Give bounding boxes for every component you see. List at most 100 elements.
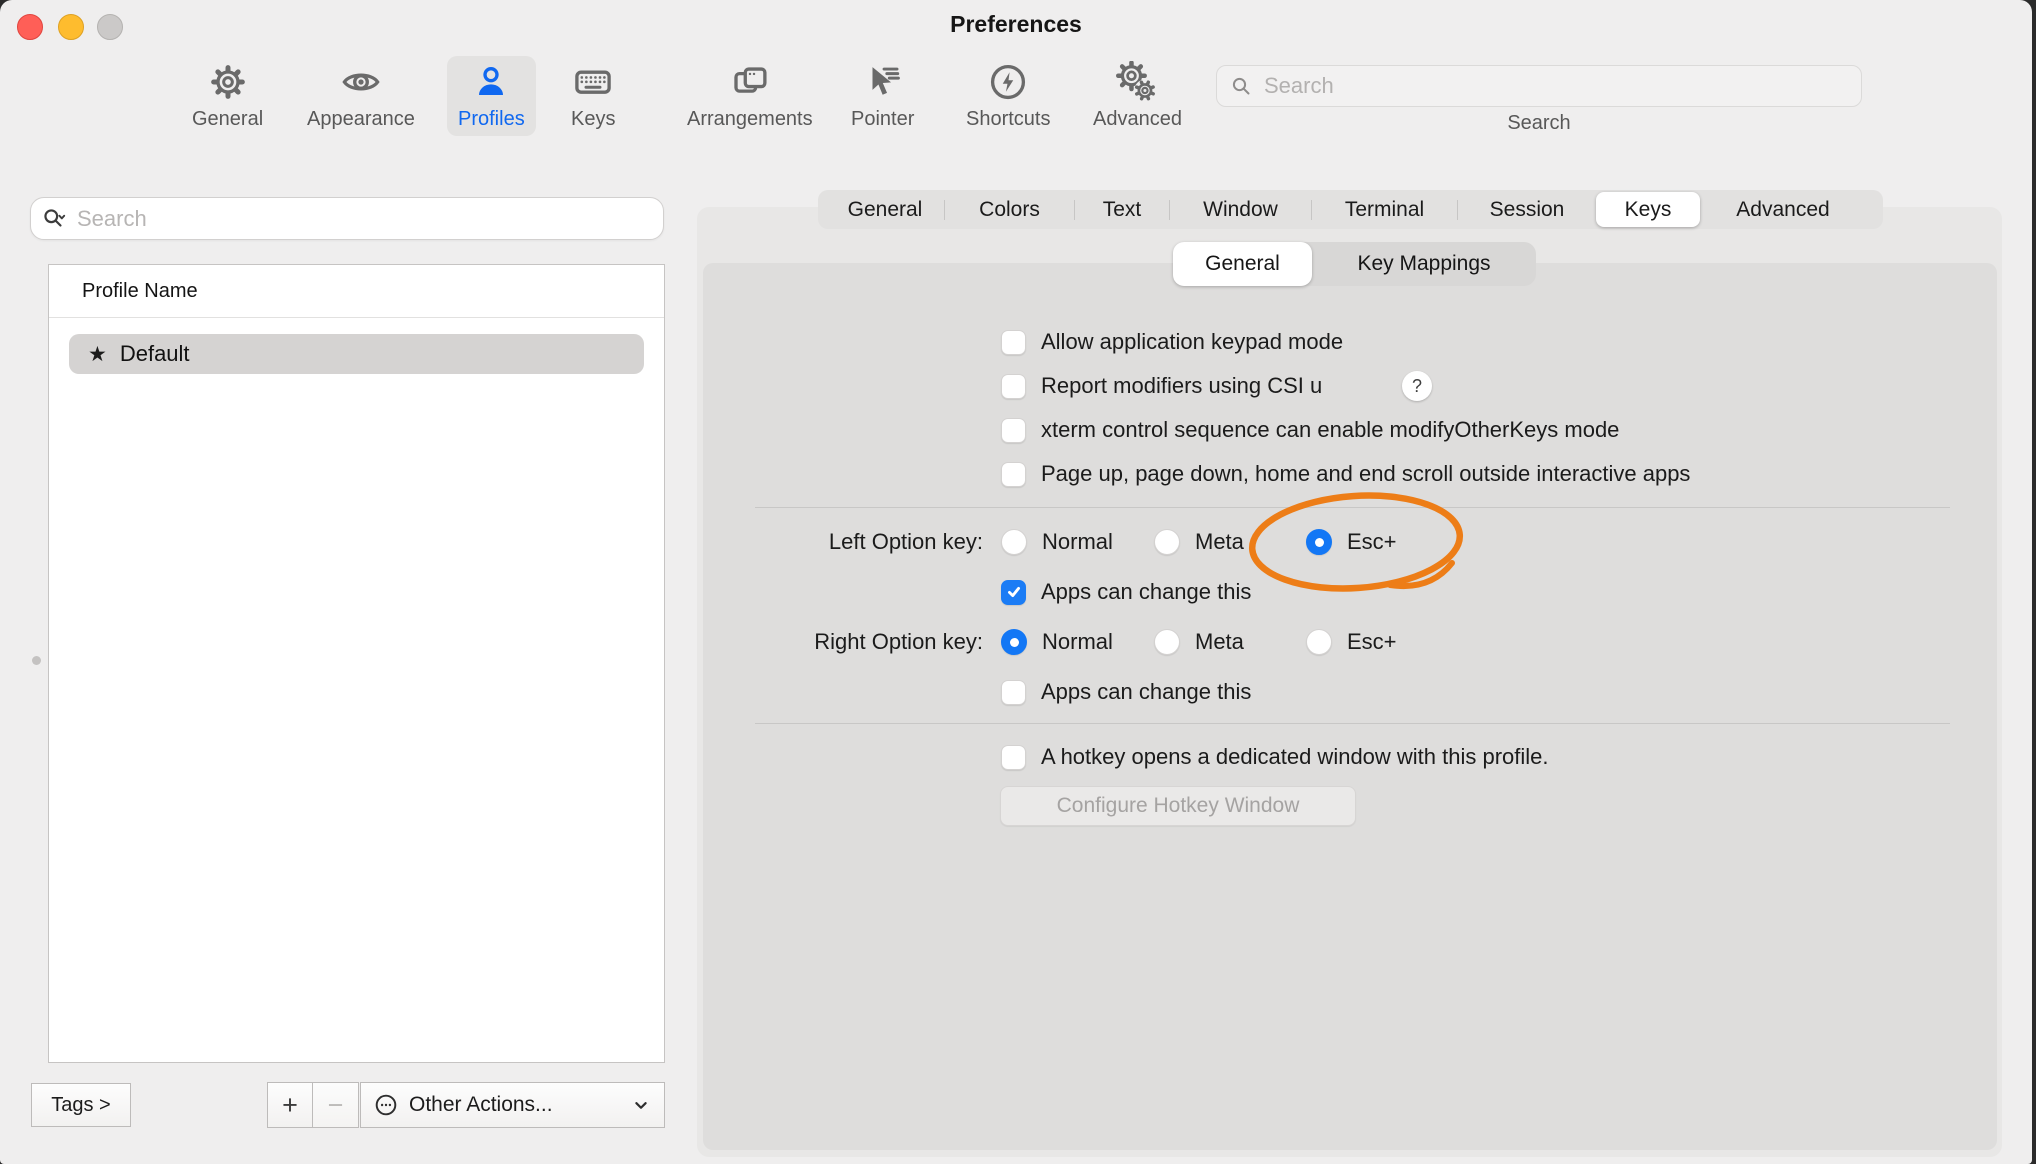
tab-session[interactable]: Session — [1458, 190, 1596, 229]
checkbox-csi-u[interactable] — [1001, 374, 1026, 399]
configure-hotkey-window-label: Configure Hotkey Window — [1057, 794, 1300, 818]
tab-text[interactable]: Text — [1075, 190, 1169, 229]
radio-label: Meta — [1195, 529, 1244, 555]
checkbox-right-apps-can-change[interactable] — [1001, 680, 1026, 705]
search-filter-icon — [41, 206, 67, 232]
tags-button[interactable]: Tags > — [31, 1083, 131, 1127]
separator — [755, 723, 1950, 724]
cursor-icon — [862, 61, 904, 103]
radio-right-normal-group: Normal — [1001, 629, 1113, 655]
checkbox-left-apps-can-change[interactable] — [1001, 580, 1026, 605]
radio-left-normal[interactable] — [1001, 529, 1027, 555]
radio-label: Esc+ — [1347, 629, 1397, 655]
checkbox-row: A hotkey opens a dedicated window with t… — [1001, 744, 1549, 770]
radio-right-meta[interactable] — [1154, 629, 1180, 655]
tags-button-label: Tags > — [51, 1094, 110, 1117]
toolbar-item-advanced[interactable]: Advanced — [1082, 56, 1193, 136]
keys-general-panel — [703, 263, 1997, 1150]
checkbox-row: Apps can change this — [1001, 579, 1251, 605]
toolbar-search-input[interactable] — [1262, 72, 1849, 100]
tab-general[interactable]: General — [826, 190, 944, 229]
toolbar-item-shortcuts[interactable]: Shortcuts — [955, 56, 1061, 136]
toolbar-label: Pointer — [851, 108, 914, 131]
profile-row-default[interactable]: ★ Default — [69, 334, 644, 374]
toolbar-search-field[interactable] — [1216, 65, 1862, 107]
radio-left-normal-group: Normal — [1001, 529, 1113, 555]
checkbox-label: Page up, page down, home and end scroll … — [1041, 461, 1690, 487]
help-button[interactable]: ? — [1402, 371, 1432, 401]
configure-hotkey-window-button: Configure Hotkey Window — [1000, 786, 1356, 826]
profile-list: Profile Name ★ Default — [48, 264, 665, 1063]
preferences-window: Preferences General Appearance — [0, 0, 2032, 1164]
window-title: Preferences — [0, 11, 2032, 38]
add-profile-button[interactable]: + — [267, 1082, 313, 1128]
checkbox-row: Report modifiers using CSI u — [1001, 373, 1322, 399]
radio-right-esc-group: Esc+ — [1306, 629, 1397, 655]
toolbar-label: Arrangements — [687, 108, 813, 131]
gear-icon — [207, 61, 249, 103]
toolbar-item-keys[interactable]: Keys — [560, 56, 626, 136]
checkbox-row: xterm control sequence can enable modify… — [1001, 417, 1619, 443]
radio-label: Normal — [1042, 629, 1113, 655]
radio-label: Normal — [1042, 529, 1113, 555]
tab-window[interactable]: Window — [1170, 190, 1311, 229]
toolbar-item-general[interactable]: General — [181, 56, 274, 136]
other-actions-dropdown[interactable]: Other Actions... — [360, 1082, 665, 1128]
sidebar-search-field[interactable] — [30, 197, 664, 240]
radio-left-meta[interactable] — [1154, 529, 1180, 555]
person-icon — [470, 61, 512, 103]
window-edge-dot — [32, 656, 41, 665]
checkbox-row: Page up, page down, home and end scroll … — [1001, 461, 1690, 487]
toolbar-item-pointer[interactable]: Pointer — [840, 56, 925, 136]
checkbox-row: Apps can change this — [1001, 679, 1251, 705]
tab-advanced[interactable]: Advanced — [1700, 190, 1866, 229]
bolt-icon — [987, 61, 1029, 103]
other-actions-label: Other Actions... — [409, 1093, 553, 1117]
radio-label: Meta — [1195, 629, 1244, 655]
profile-list-header: Profile Name — [49, 265, 664, 318]
windows-icon — [729, 61, 771, 103]
eye-icon — [340, 61, 382, 103]
tab-terminal[interactable]: Terminal — [1312, 190, 1457, 229]
checkbox-scroll-outside-apps[interactable] — [1001, 462, 1026, 487]
checkbox-keypad-mode[interactable] — [1001, 330, 1026, 355]
subtab-general[interactable]: General — [1173, 242, 1312, 286]
star-icon: ★ — [88, 342, 107, 367]
right-option-key-label: Right Option key: — [750, 629, 983, 655]
checkbox-label: Apps can change this — [1041, 579, 1251, 605]
checkbox-row: Allow application keypad mode — [1001, 329, 1343, 355]
search-icon — [1229, 74, 1253, 98]
ellipsis-circle-icon — [373, 1092, 399, 1118]
remove-profile-button[interactable]: − — [313, 1082, 359, 1128]
radio-right-esc[interactable] — [1306, 629, 1332, 655]
radio-right-normal[interactable] — [1001, 629, 1027, 655]
annotation-ellipse — [1240, 485, 1472, 601]
toolbar-item-arrangements[interactable]: Arrangements — [676, 56, 824, 136]
sidebar-search-input[interactable] — [75, 205, 653, 233]
toolbar-item-profiles[interactable]: Profiles — [447, 56, 536, 136]
toolbar-label: Profiles — [458, 108, 525, 131]
toolbar-label: General — [192, 108, 263, 131]
toolbar-item-appearance[interactable]: Appearance — [296, 56, 426, 136]
tab-colors[interactable]: Colors — [945, 190, 1074, 229]
radio-right-meta-group: Meta — [1154, 629, 1244, 655]
profile-name: Default — [120, 341, 190, 367]
chevron-down-icon — [630, 1094, 652, 1116]
left-option-key-label: Left Option key: — [750, 529, 983, 555]
profile-tabs: General Colors Text Window Terminal Sess… — [818, 190, 1883, 229]
checkbox-modify-other-keys[interactable] — [1001, 418, 1026, 443]
toolbar-label: Keys — [571, 108, 615, 131]
toolbar-label: Shortcuts — [966, 108, 1050, 131]
checkbox-label: A hotkey opens a dedicated window with t… — [1041, 744, 1549, 770]
radio-left-meta-group: Meta — [1154, 529, 1244, 555]
checkbox-label: Report modifiers using CSI u — [1041, 373, 1322, 399]
tab-keys[interactable]: Keys — [1596, 192, 1700, 227]
keys-subtabs: General Key Mappings — [1173, 242, 1536, 286]
subtab-key-mappings[interactable]: Key Mappings — [1312, 242, 1536, 286]
toolbar-label: Advanced — [1093, 108, 1182, 131]
toolbar-search-label: Search — [1216, 112, 1862, 135]
plus-icon: + — [282, 1090, 298, 1121]
checkbox-hotkey-window[interactable] — [1001, 745, 1026, 770]
screenshot: Preferences General Appearance — [0, 0, 2036, 1164]
checkbox-label: Apps can change this — [1041, 679, 1251, 705]
